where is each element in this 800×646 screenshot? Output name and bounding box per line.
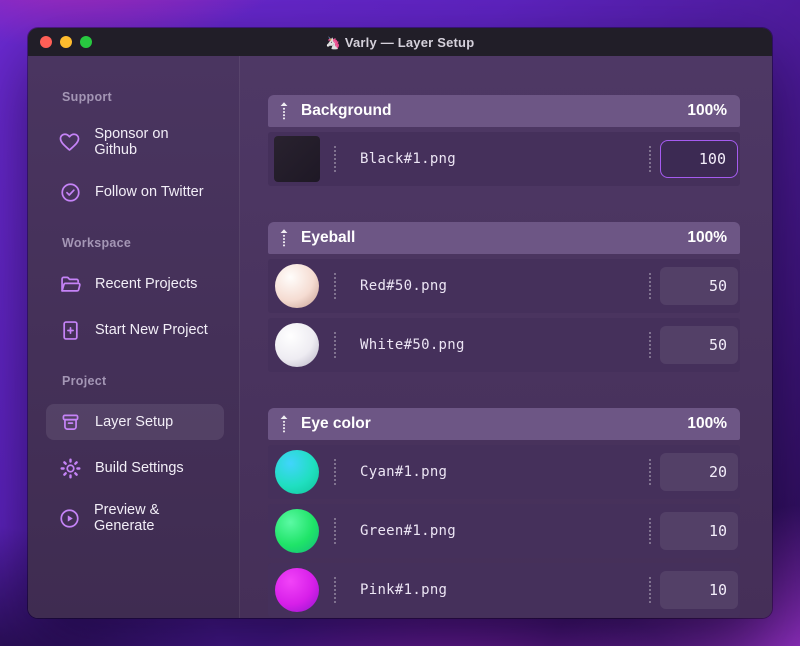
gear-icon [58, 456, 82, 480]
layer-row: Black#1.png [268, 132, 740, 186]
sidebar: Support Sponsor on Github Follow on Twit… [28, 56, 240, 618]
check-badge-icon [58, 180, 82, 204]
side-item-label: Preview & Generate [94, 502, 160, 534]
layer-weight-input[interactable] [660, 267, 738, 305]
group-title: Eye color [301, 415, 371, 432]
layer-thumbnail [274, 136, 320, 182]
divider-dashed [649, 146, 651, 172]
layer-group-header: Eye color 100% [268, 408, 740, 440]
section-label: Project [62, 374, 107, 388]
sidebar-item[interactable]: Layer Setup [46, 404, 224, 440]
layer-row: Cyan#1.png [268, 445, 740, 499]
sidebar-item[interactable]: Recent Projects [46, 266, 224, 302]
layer-thumbnail [275, 450, 319, 494]
layer-thumbnail [275, 509, 319, 553]
group-weight: 100% [687, 102, 727, 119]
title-bar: 🦄 Varly — Layer Setup [28, 28, 772, 56]
layer-filename: White#50.png [360, 337, 465, 353]
file-plus-icon [58, 318, 82, 342]
layer-filename: Red#50.png [360, 278, 448, 294]
sidebar-item[interactable]: Preview & Generate [46, 496, 224, 540]
divider-dashed [649, 577, 651, 603]
side-item-label: Start New Project [95, 322, 208, 338]
drag-handle-icon[interactable] [279, 101, 289, 121]
group-weight: 100% [687, 229, 727, 246]
layer-row: Red#50.png [268, 259, 740, 313]
group-title: Eyeball [301, 229, 356, 246]
layer-group: Eyeball 100% Red#50.png White#50.png [268, 222, 740, 372]
window-title-text: Varly — Layer Setup [344, 34, 475, 50]
divider-dashed [334, 518, 336, 544]
layer-weight-input[interactable] [660, 571, 738, 609]
side-item-label: Sponsor on Github [94, 126, 169, 158]
heart-icon [58, 130, 81, 154]
layer-setup-panel: Background 100% Black#1.png Eyeball 100%… [240, 56, 772, 618]
group-weight: 100% [687, 415, 727, 432]
layer-thumbnail [275, 323, 319, 367]
layer-weight-input[interactable] [660, 140, 738, 178]
sidebar-section: Workspace Recent Projects Start New Proj… [60, 236, 239, 348]
layer-thumbnail [275, 264, 319, 308]
section-label: Workspace [62, 236, 132, 250]
window-title: 🦄 Varly — Layer Setup [28, 35, 772, 50]
archive-box-icon [58, 410, 82, 434]
layer-weight-input[interactable] [660, 512, 738, 550]
layer-weight-input[interactable] [660, 453, 738, 491]
section-label: Support [62, 90, 113, 104]
layer-filename: Black#1.png [360, 151, 457, 167]
sidebar-item[interactable]: Start New Project [46, 312, 224, 348]
layer-row: White#50.png [268, 318, 740, 372]
sidebar-item[interactable]: Sponsor on Github [46, 120, 224, 164]
sidebar-section: Project Layer Setup Build Settings Previ… [46, 374, 239, 540]
app-window: 🦄 Varly — Layer Setup Support Sponsor on … [28, 28, 772, 618]
sidebar-item[interactable]: Build Settings [46, 450, 224, 486]
minimize-button[interactable] [60, 36, 72, 48]
layer-row: Pink#1.png [268, 563, 740, 617]
layer-filename: Cyan#1.png [360, 464, 448, 480]
divider-dashed [334, 459, 336, 485]
divider-dashed [334, 577, 336, 603]
layer-thumbnail [275, 568, 319, 612]
layer-row: Green#1.png [268, 504, 740, 558]
zoom-button[interactable] [80, 36, 92, 48]
divider-dashed [649, 332, 651, 358]
folder-icon [58, 272, 82, 296]
divider-dashed [649, 459, 651, 485]
layer-weight-input[interactable] [660, 326, 738, 364]
layer-group: Background 100% Black#1.png [268, 95, 740, 186]
sidebar-section: Support Sponsor on Github Follow on Twit… [59, 90, 239, 210]
play-circle-icon [58, 506, 81, 530]
divider-dashed [649, 518, 651, 544]
layer-group: Eye color 100% Cyan#1.png Green#1.png Pi… [268, 408, 740, 617]
divider-dashed [334, 273, 336, 299]
side-item-label: Recent Projects [95, 276, 198, 292]
layer-group-header: Eyeball 100% [268, 222, 740, 254]
drag-handle-icon[interactable] [279, 414, 289, 434]
layer-filename: Pink#1.png [360, 582, 448, 598]
drag-handle-icon[interactable] [279, 228, 289, 248]
unicorn-icon: 🦄 [325, 35, 341, 50]
side-item-label: Layer Setup [95, 414, 174, 430]
layer-group-header: Background 100% [268, 95, 740, 127]
side-item-label: Follow on Twitter [95, 184, 204, 200]
sidebar-item[interactable]: Follow on Twitter [46, 174, 224, 210]
divider-dashed [649, 273, 651, 299]
divider-dashed [334, 146, 336, 172]
side-item-label: Build Settings [95, 460, 184, 476]
group-title: Background [301, 102, 392, 119]
divider-dashed [334, 332, 336, 358]
layer-filename: Green#1.png [360, 523, 457, 539]
close-button[interactable] [40, 36, 52, 48]
traffic-lights [28, 36, 92, 48]
